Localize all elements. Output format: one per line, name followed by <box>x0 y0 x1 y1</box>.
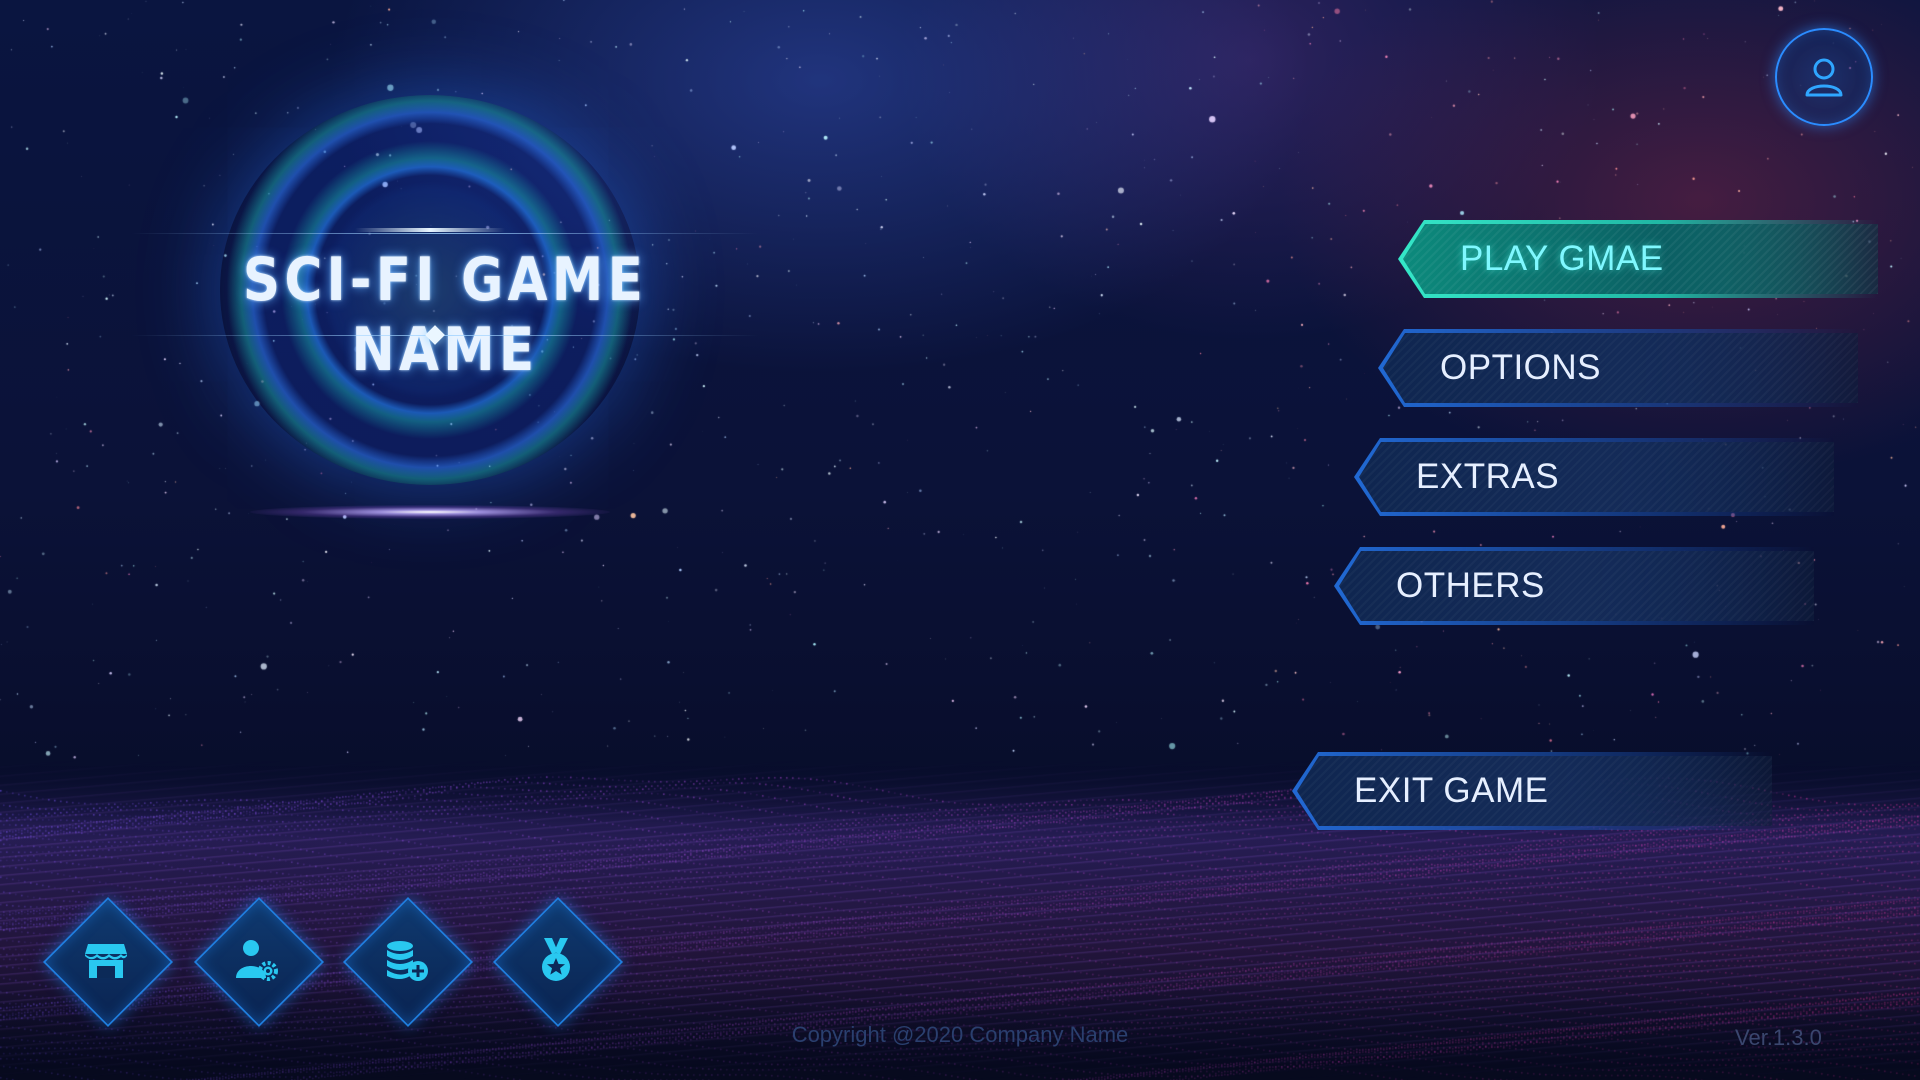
coin-stack-add-icon <box>387 941 428 981</box>
play-game-button[interactable]: PLAY GMAE <box>1398 220 1878 298</box>
profile-button[interactable] <box>1775 28 1873 126</box>
copyright-text: Copyright @2020 Company Name <box>791 1022 1129 1047</box>
account-settings-button[interactable] <box>193 896 325 1028</box>
logo-divider-top <box>130 233 760 234</box>
logo-divider-bottom <box>130 335 760 336</box>
medal-star-icon <box>542 938 570 981</box>
others-label: OTHERS <box>1396 566 1545 605</box>
options-button[interactable]: OPTIONS <box>1378 329 1858 407</box>
game-title: SCI-FI GAME NAME <box>242 245 648 385</box>
extras-button[interactable]: EXTRAS <box>1354 438 1834 516</box>
options-label: OPTIONS <box>1440 348 1602 387</box>
logo-arc <box>355 228 505 232</box>
shop-button[interactable] <box>42 896 174 1028</box>
play-game-label: PLAY GMAE <box>1460 239 1664 278</box>
game-logo: SCI-FI GAME NAME <box>130 95 760 555</box>
logo-glow-flare <box>250 505 610 519</box>
achievements-button[interactable] <box>492 896 624 1028</box>
user-profile-icon <box>1805 58 1843 97</box>
extras-label: EXTRAS <box>1416 457 1560 496</box>
storefront-icon <box>85 944 127 978</box>
coins-button[interactable] <box>342 896 474 1028</box>
exit-game-button[interactable]: EXIT GAME <box>1292 752 1772 830</box>
user-gear-icon <box>236 940 278 981</box>
exit-game-label: EXIT GAME <box>1354 771 1549 810</box>
others-button[interactable]: OTHERS <box>1334 547 1814 625</box>
version-text: Ver.1.3.0 <box>1735 1025 1822 1050</box>
